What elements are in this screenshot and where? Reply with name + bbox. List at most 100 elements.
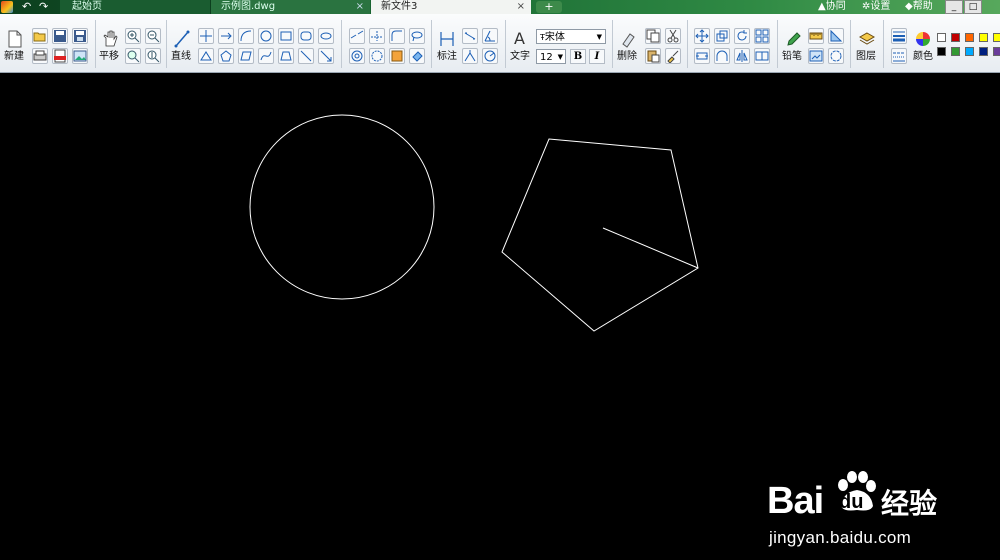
area-button[interactable]	[828, 28, 844, 44]
delete-button[interactable]	[620, 30, 636, 48]
scale-button[interactable]	[714, 28, 730, 44]
drawn-line[interactable]	[602, 227, 699, 269]
italic-button[interactable]: I	[589, 49, 605, 64]
circle-button[interactable]	[258, 28, 274, 44]
triangle-button[interactable]	[198, 48, 214, 64]
line-type-button[interactable]	[891, 48, 907, 64]
xline-button[interactable]	[198, 28, 214, 44]
drawing-canvas[interactable]: Bai du 经验 jingyan.baidu.com	[0, 73, 1000, 547]
color-swatch[interactable]	[993, 47, 1000, 56]
drawing-svg[interactable]	[0, 73, 1000, 503]
insert-image-button[interactable]	[808, 48, 824, 64]
fillet-button[interactable]	[389, 28, 405, 44]
dimension-button[interactable]	[439, 30, 455, 48]
export-pdf-button[interactable]	[52, 48, 68, 64]
zoom-window-button[interactable]	[125, 48, 141, 64]
tab-example-drawing[interactable]: 示例图.dwg ×	[210, 0, 370, 14]
line-tool-button[interactable]	[174, 30, 190, 48]
aligned-dimension-button[interactable]	[462, 28, 478, 44]
color-swatch[interactable]	[951, 47, 960, 56]
mirror-arc-button[interactable]	[714, 48, 730, 64]
color-swatch[interactable]	[951, 33, 960, 42]
color-swatch[interactable]	[979, 33, 988, 42]
trapezoid-button[interactable]	[278, 48, 294, 64]
break-button[interactable]	[349, 28, 365, 44]
color-swatch[interactable]	[965, 47, 974, 56]
minimize-button[interactable]: _	[945, 0, 963, 14]
leader-button[interactable]	[462, 48, 478, 64]
color-swatch[interactable]	[965, 33, 974, 42]
ellipse-button[interactable]	[318, 28, 334, 44]
copy-button[interactable]	[645, 28, 661, 44]
close-tab-icon[interactable]: ×	[517, 0, 525, 14]
settings-button[interactable]: ✲设置	[862, 0, 890, 14]
open-button[interactable]	[32, 28, 48, 44]
paste-button[interactable]	[645, 48, 661, 64]
line-weight-button[interactable]	[891, 28, 907, 44]
zoom-out-button[interactable]	[145, 28, 161, 44]
text-tool-button[interactable]: A	[512, 29, 528, 47]
fill-button[interactable]	[409, 48, 425, 64]
new-file-button[interactable]	[7, 30, 23, 48]
lasso-button[interactable]	[409, 28, 425, 44]
drawn-pentagon[interactable]	[501, 138, 699, 332]
pencil-button[interactable]	[785, 30, 801, 48]
color-swatch[interactable]	[937, 33, 946, 42]
save-button[interactable]	[52, 28, 68, 44]
undo-icon[interactable]: ↶	[22, 0, 31, 14]
array-button[interactable]	[754, 28, 770, 44]
rectangle-button[interactable]	[278, 28, 294, 44]
separator	[883, 20, 884, 68]
color-swatch[interactable]	[993, 33, 1000, 42]
arc-button[interactable]	[238, 28, 254, 44]
diagonal-line-button[interactable]	[298, 48, 314, 64]
rotate-button[interactable]	[734, 28, 750, 44]
explode-button[interactable]	[369, 48, 385, 64]
color-swatch[interactable]	[937, 47, 946, 56]
font-family-select[interactable]: Ŧ宋体 ▼	[536, 29, 606, 44]
app-logo-icon[interactable]	[1, 1, 13, 13]
print-button[interactable]	[32, 48, 48, 64]
measure-button[interactable]	[808, 28, 824, 44]
parallelogram-button[interactable]	[238, 48, 254, 64]
color-swatch[interactable]	[979, 47, 988, 56]
arrow-line-button[interactable]	[318, 48, 334, 64]
save-as-button[interactable]	[72, 28, 88, 44]
mirror-button[interactable]	[734, 48, 750, 64]
drawn-circle[interactable]	[249, 114, 435, 300]
tab-start-page[interactable]: 起始页	[60, 0, 210, 14]
tab-new-file-3[interactable]: 新文件3 ×	[371, 0, 531, 14]
color-picker-button[interactable]	[915, 31, 931, 47]
help-button[interactable]: ◆帮助	[905, 0, 933, 14]
rounded-rect-button[interactable]	[298, 28, 314, 44]
polygon-button[interactable]	[218, 48, 234, 64]
zoom-in-button[interactable]	[125, 28, 141, 44]
font-size-select[interactable]: 12 ▼	[536, 49, 566, 64]
angular-dimension-button[interactable]	[482, 28, 498, 44]
match-properties-button[interactable]	[665, 48, 681, 64]
redo-icon[interactable]: ↷	[39, 0, 48, 14]
zoom-window-icon	[127, 50, 140, 63]
layer-button[interactable]	[859, 30, 875, 48]
hatch-button[interactable]	[389, 48, 405, 64]
export-image-button[interactable]	[72, 48, 88, 64]
cut-button[interactable]	[665, 28, 681, 44]
pan-button[interactable]	[102, 30, 118, 48]
add-tab-button[interactable]: +	[536, 1, 562, 13]
offset-button[interactable]	[349, 48, 365, 64]
close-tab-icon[interactable]: ×	[356, 0, 364, 14]
ray-button[interactable]	[218, 28, 234, 44]
break-icon	[350, 30, 364, 39]
group-button[interactable]	[754, 48, 770, 64]
stretch-button[interactable]	[694, 48, 710, 64]
trim-button[interactable]	[369, 28, 385, 44]
watermark-brand-left: Bai	[767, 480, 824, 522]
radius-dimension-button[interactable]	[482, 48, 498, 64]
move-button[interactable]	[694, 28, 710, 44]
bold-button[interactable]: B	[570, 49, 586, 64]
maximize-button[interactable]: □	[964, 0, 982, 14]
cloud-button[interactable]	[828, 48, 844, 64]
spline-button[interactable]	[258, 48, 274, 64]
collaborate-button[interactable]: ▲协同	[818, 0, 846, 14]
zoom-extents-button[interactable]	[145, 48, 161, 64]
